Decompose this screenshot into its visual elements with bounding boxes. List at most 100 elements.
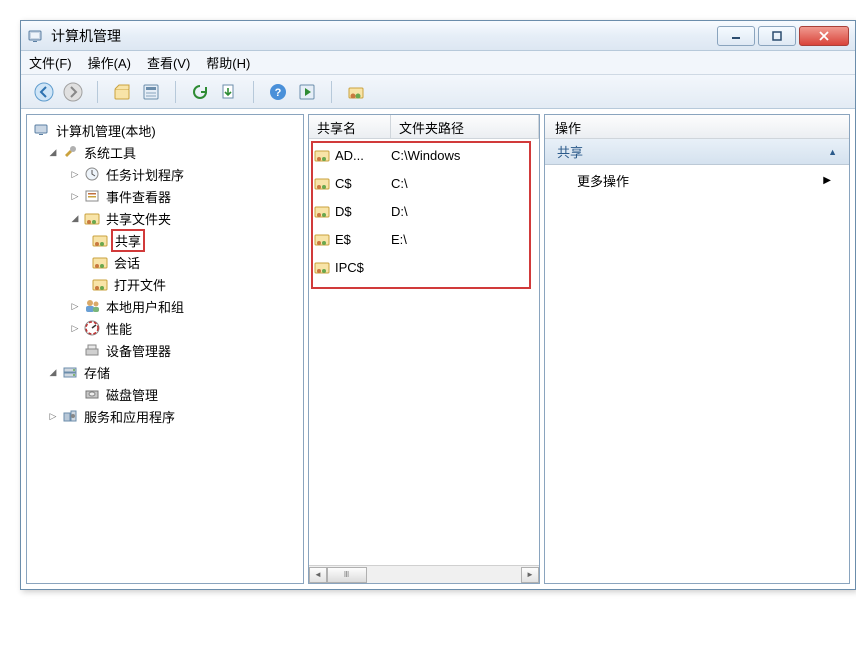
tree-disk-management[interactable]: ▷ 磁盘管理	[29, 383, 301, 405]
menu-action[interactable]: 操作(A)	[88, 53, 131, 72]
minimize-button[interactable]	[717, 26, 755, 46]
tree-shared-folders[interactable]: ◢ 共享文件夹	[29, 207, 301, 229]
services-icon	[61, 407, 79, 425]
tree-storage[interactable]: ◢ 存储	[29, 361, 301, 383]
help-button[interactable]: ?	[265, 79, 291, 105]
list-item[interactable]: E$ E:\	[309, 225, 539, 253]
tree-label: 会话	[111, 252, 143, 273]
refresh-button[interactable]	[187, 79, 213, 105]
app-icon	[27, 27, 45, 45]
cell-path: D:\	[391, 204, 535, 219]
menu-help[interactable]: 帮助(H)	[206, 53, 250, 72]
tree-label: 任务计划程序	[103, 164, 187, 185]
cell-name: IPC$	[335, 260, 364, 275]
share-icon	[313, 146, 331, 164]
open-files-icon	[91, 275, 109, 293]
collapse-icon[interactable]: ◢	[47, 366, 59, 378]
tree-services-apps[interactable]: ▷ 服务和应用程序	[29, 405, 301, 427]
users-icon	[83, 297, 101, 315]
tree-label: 设备管理器	[103, 340, 174, 361]
actions-section-label: 共享	[557, 142, 583, 161]
expand-icon[interactable]: ▷	[69, 168, 81, 180]
expand-icon[interactable]: ▷	[69, 190, 81, 202]
cell-path: C:\	[391, 176, 535, 191]
actions-more-label: 更多操作	[577, 171, 629, 190]
actions-pane: 操作 共享 ▲ 更多操作 ▶	[544, 114, 850, 584]
device-icon	[83, 341, 101, 359]
tree-sessions[interactable]: 会话	[29, 251, 301, 273]
tree-shares[interactable]: 共享	[29, 229, 301, 251]
list-item[interactable]: AD... C:\Windows	[309, 141, 539, 169]
tree-label: 系统工具	[81, 142, 139, 163]
scroll-right-button[interactable]: ►	[521, 567, 539, 583]
tree-system-tools[interactable]: ◢ 系统工具	[29, 141, 301, 163]
actions-header: 操作	[545, 115, 849, 139]
maximize-button[interactable]	[758, 26, 796, 46]
tree-task-scheduler[interactable]: ▷ 任务计划程序	[29, 163, 301, 185]
tree-root-label: 计算机管理(本地)	[53, 120, 159, 141]
expand-icon[interactable]: ▷	[69, 300, 81, 312]
tree-root[interactable]: 计算机管理(本地)	[29, 119, 301, 141]
scroll-thumb[interactable]: Ⅲ	[327, 567, 367, 583]
tree-label: 存储	[81, 362, 113, 383]
column-share-name[interactable]: 共享名	[309, 115, 391, 138]
titlebar: 计算机管理	[21, 21, 855, 51]
close-button[interactable]	[799, 26, 849, 46]
collapse-icon[interactable]: ◢	[69, 212, 81, 224]
tree-open-files[interactable]: 打开文件	[29, 273, 301, 295]
content-area: 计算机管理(本地) ◢ 系统工具 ▷ 任务计划程序	[21, 109, 855, 589]
list-header: 共享名 文件夹路径	[309, 115, 539, 139]
menubar: 文件(F) 操作(A) 查看(V) 帮助(H)	[21, 51, 855, 75]
cell-name: C$	[335, 176, 352, 191]
tools-icon	[61, 143, 79, 161]
menu-file[interactable]: 文件(F)	[29, 53, 72, 72]
new-share-button[interactable]	[343, 79, 369, 105]
tree-label: 本地用户和组	[103, 296, 187, 317]
cell-path: E:\	[391, 232, 535, 247]
properties-button[interactable]	[138, 79, 164, 105]
column-folder-path[interactable]: 文件夹路径	[391, 115, 539, 138]
sessions-icon	[91, 253, 109, 271]
tree-label: 打开文件	[111, 274, 169, 295]
toolbar: ?	[21, 75, 855, 109]
actions-more[interactable]: 更多操作 ▶	[545, 165, 849, 196]
list-body: AD... C:\Windows C$ C:\ D$ D:\ E$ E:\ IP…	[309, 139, 539, 565]
actions-section[interactable]: 共享 ▲	[545, 139, 849, 165]
cell-path: C:\Windows	[391, 148, 535, 163]
share-icon	[313, 258, 331, 276]
list-item[interactable]: D$ D:\	[309, 197, 539, 225]
tree-event-viewer[interactable]: ▷ 事件查看器	[29, 185, 301, 207]
cell-name: D$	[335, 204, 352, 219]
chevron-right-icon: ▶	[823, 175, 831, 186]
svg-text:?: ?	[275, 87, 282, 99]
share-icon	[313, 230, 331, 248]
share-icon	[313, 202, 331, 220]
list-item[interactable]: IPC$	[309, 253, 539, 281]
export-button[interactable]	[216, 79, 242, 105]
performance-icon	[83, 319, 101, 337]
up-button[interactable]	[109, 79, 135, 105]
horizontal-scrollbar[interactable]: ◄ Ⅲ ►	[309, 565, 539, 583]
list-item[interactable]: C$ C:\	[309, 169, 539, 197]
expand-icon[interactable]: ▷	[47, 410, 59, 422]
tree-local-users[interactable]: ▷ 本地用户和组	[29, 295, 301, 317]
window-controls	[717, 26, 849, 46]
tree-label: 事件查看器	[103, 186, 174, 207]
window-title: 计算机管理	[51, 26, 717, 46]
tree-device-manager[interactable]: ▷ 设备管理器	[29, 339, 301, 361]
collapse-icon[interactable]: ◢	[47, 146, 59, 158]
computer-management-window: 计算机管理 文件(F) 操作(A) 查看(V) 帮助(H)	[20, 20, 856, 590]
forward-button[interactable]	[60, 79, 86, 105]
disk-icon	[83, 385, 101, 403]
tree-performance[interactable]: ▷ 性能	[29, 317, 301, 339]
scroll-left-button[interactable]: ◄	[309, 567, 327, 583]
menu-view[interactable]: 查看(V)	[147, 53, 190, 72]
list-pane: 共享名 文件夹路径 AD... C:\Windows C$ C:\ D$ D:\	[308, 114, 540, 584]
run-button[interactable]	[294, 79, 320, 105]
event-icon	[83, 187, 101, 205]
expand-icon[interactable]: ▷	[69, 322, 81, 334]
back-button[interactable]	[31, 79, 57, 105]
storage-icon	[61, 363, 79, 381]
tree-label: 共享文件夹	[103, 208, 174, 229]
tree-pane: 计算机管理(本地) ◢ 系统工具 ▷ 任务计划程序	[26, 114, 304, 584]
